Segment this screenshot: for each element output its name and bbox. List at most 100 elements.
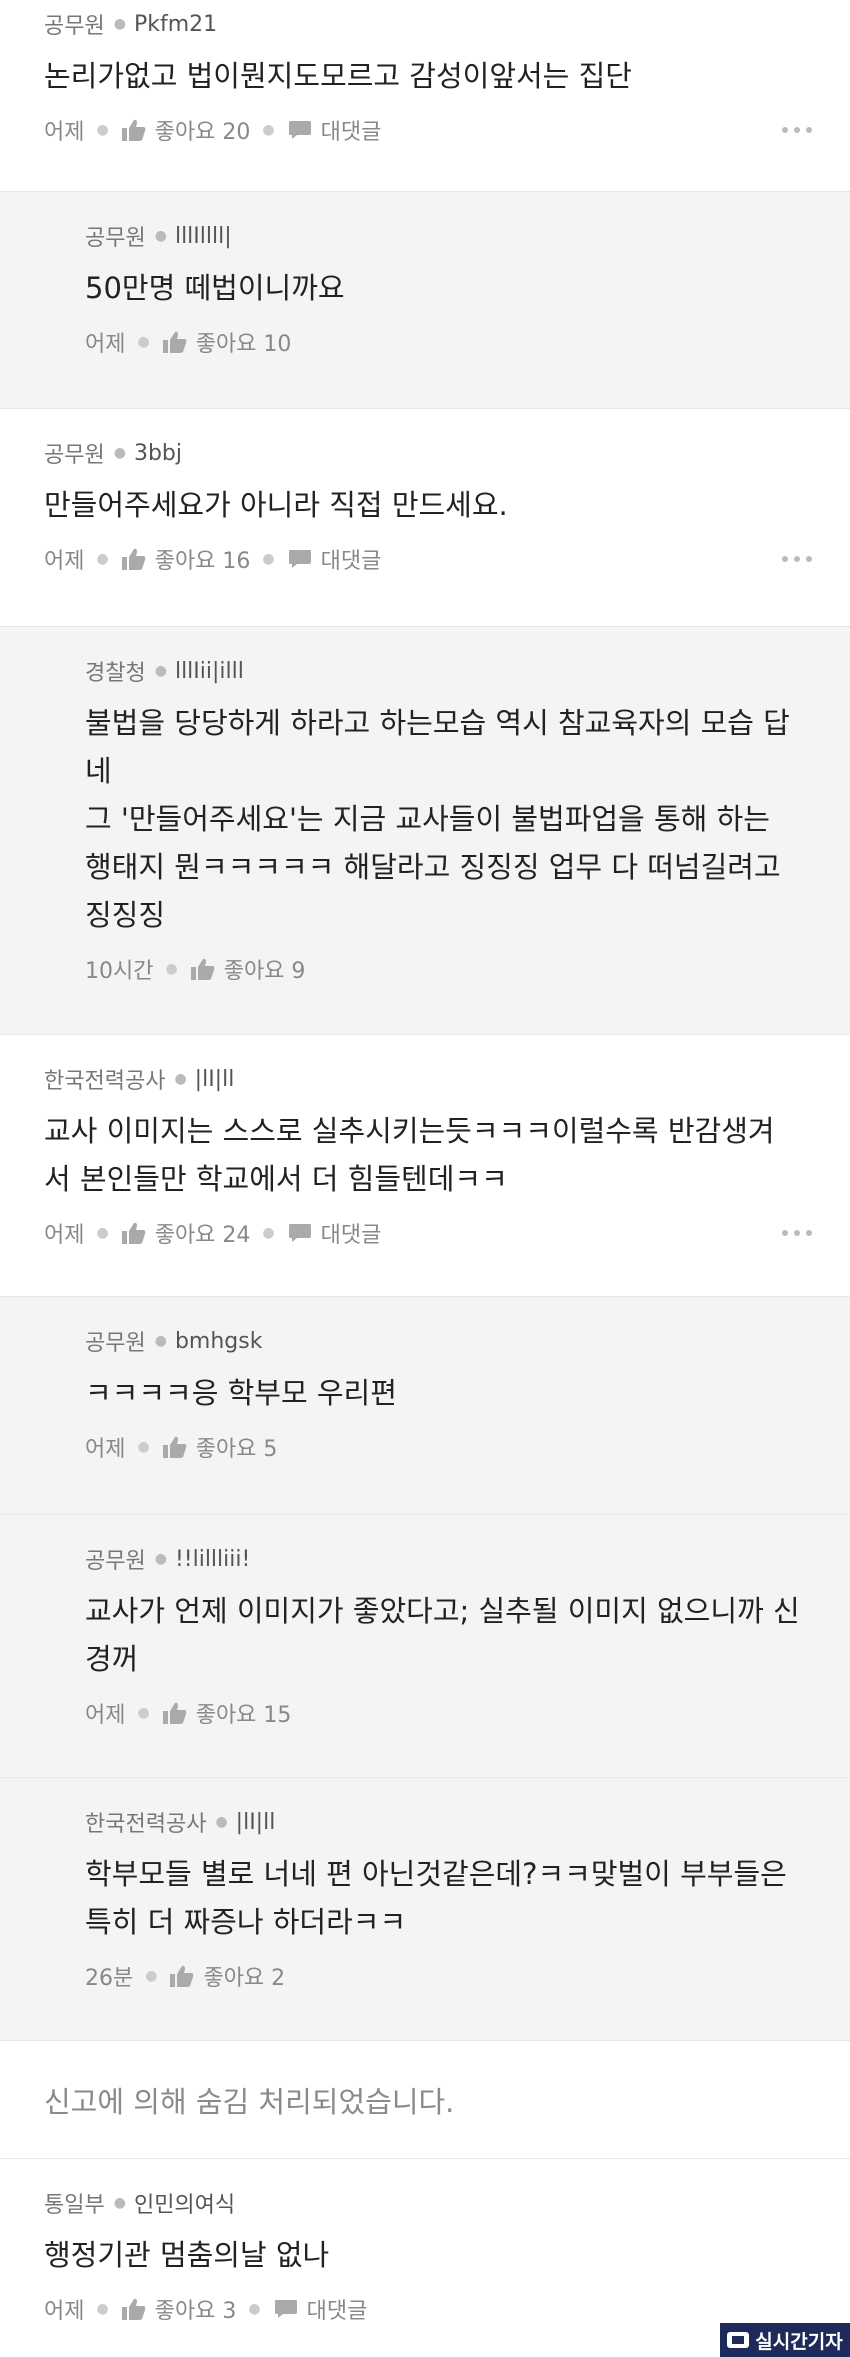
reply-label: 대댓글 <box>320 120 382 145</box>
separator-dot: ● <box>96 2301 109 2317</box>
like-count: 좋아요 3 <box>154 2299 237 2324</box>
like-count: 좋아요 10 <box>195 332 292 357</box>
thumbs-up-icon <box>121 2297 147 2321</box>
separator-dot: ● <box>154 663 167 679</box>
comment-meta: 한국전력공사 ● |lI|ll <box>44 1065 806 1095</box>
more-dots-icon[interactable] <box>782 1230 812 1236</box>
comment-actions: 26분 ● 좋아요 2 <box>85 1960 806 1992</box>
reply-button[interactable]: 대댓글 <box>287 543 382 575</box>
separator-dot: ● <box>113 2195 126 2211</box>
reply-label: 대댓글 <box>320 549 382 574</box>
like-count: 좋아요 20 <box>154 120 251 145</box>
affiliation: 경찰청 <box>85 661 146 686</box>
separator-dot: ● <box>262 1225 275 1241</box>
like-button[interactable]: 좋아요 10 <box>162 326 292 358</box>
affiliation: 공무원 <box>44 443 105 468</box>
username[interactable]: 3bbj <box>134 441 182 466</box>
comment-meta: 경찰청 ● lllIii|illl <box>85 657 806 687</box>
comment-text: 교사 이미지는 스스로 실추시키는듯ㅋㅋㅋ이럴수록 반감생겨 서 본인들만 학교… <box>44 1114 775 1196</box>
separator-dot: ● <box>113 16 126 32</box>
separator-dot: ● <box>174 1071 187 1087</box>
speech-bubble-icon <box>287 1221 313 1245</box>
reply-button[interactable]: 대댓글 <box>287 114 382 146</box>
reply-comment: 한국전력공사 ● |lI|ll 학부모들 별로 너네 편 아닌것같은데?ㅋㅋ맞벌… <box>0 1778 850 2041</box>
thumbs-up-icon <box>162 1435 188 1459</box>
like-count: 좋아요 15 <box>195 1703 292 1728</box>
like-button[interactable]: 좋아요 5 <box>162 1431 278 1463</box>
hidden-comment-notice: 신고에 의해 숨김 처리되었습니다. <box>0 2041 850 2159</box>
separator-dot: ● <box>96 551 109 567</box>
like-button[interactable]: 좋아요 16 <box>121 543 250 575</box>
comment: 공무원 ● 3bbj 만들어주세요가 아니라 직접 만드세요. 어제 ● 좋아요… <box>0 409 850 627</box>
comment-text: 논리가없고 법이뭔지도모르고 감성이앞서는 집단 <box>44 59 632 93</box>
like-button[interactable]: 좋아요 2 <box>169 1960 285 1992</box>
speech-bubble-icon <box>287 118 313 142</box>
comment-meta: 공무원 ● lllIllll| <box>85 222 806 252</box>
separator-dot: ● <box>145 1968 158 1984</box>
comment-actions: 어제 ● 좋아요 24 ● 대댓글 <box>44 1217 812 1249</box>
comment-meta: 공무원 ● bmhgsk <box>85 1327 806 1357</box>
separator-dot: ● <box>137 1439 150 1455</box>
like-button[interactable]: 좋아요 20 <box>121 114 251 146</box>
username[interactable]: 인민의여식 <box>134 2187 235 2219</box>
comment-actions: 어제 ● 좋아요 10 <box>85 326 806 358</box>
comment-text: 학부모들 별로 너네 편 아닌것같은데?ㅋㅋ맞벌이 부부들은 특히 더 짜증나 … <box>85 1857 787 1939</box>
comment: 통일부 ● 인민의여식 행정기관 멈춤의날 없나 어제 ● 좋아요 3 ● 대댓… <box>0 2159 850 2349</box>
thumbs-up-icon <box>162 330 188 354</box>
like-count: 좋아요 5 <box>195 1437 278 1462</box>
watermark-icon <box>727 2332 750 2348</box>
like-button[interactable]: 좋아요 9 <box>190 953 305 985</box>
username[interactable]: |lI|ll <box>195 1067 235 1092</box>
reply-comment: 공무원 ● !!lillliii! 교사가 언제 이미지가 좋았다고; 실추될 … <box>0 1515 850 1778</box>
affiliation: 통일부 <box>44 2193 105 2218</box>
comment-meta: 한국전력공사 ● |lI|ll <box>85 1808 806 1838</box>
watermark-text: 실시간기자 <box>755 2330 843 2353</box>
reply-button[interactable]: 대댓글 <box>273 2293 368 2325</box>
reply-comment: 경찰청 ● lllIii|illl 불법을 당당하게 하라고 하는모습 역시 참… <box>0 627 850 1035</box>
affiliation: 공무원 <box>44 14 105 39</box>
like-button[interactable]: 좋아요 3 <box>121 2293 237 2325</box>
separator-dot: ● <box>137 1705 150 1721</box>
comment-time: 26분 <box>85 1966 134 1991</box>
username[interactable]: bmhgsk <box>175 1329 263 1354</box>
reply-comment: 공무원 ● bmhgsk ㅋㅋㅋㅋ응 학부모 우리편 어제 ● 좋아요 5 <box>0 1297 850 1515</box>
comment-actions: 어제 ● 좋아요 15 <box>85 1697 806 1729</box>
comment-text: 행정기관 멈춤의날 없나 <box>44 2238 330 2272</box>
separator-dot: ● <box>165 961 178 977</box>
thumbs-up-icon <box>121 118 147 142</box>
comment-time: 어제 <box>44 549 85 574</box>
reply-button[interactable]: 대댓글 <box>287 1217 381 1249</box>
comment-text: 만들어주세요가 아니라 직접 만드세요. <box>44 488 508 522</box>
comment-time: 어제 <box>85 332 126 357</box>
comment-meta: 공무원 ● 3bbj <box>44 439 806 469</box>
comment-actions: 어제 ● 좋아요 5 <box>85 1431 806 1463</box>
comment-time: 어제 <box>44 120 85 145</box>
comment-time: 어제 <box>85 1703 126 1728</box>
more-dots-icon[interactable] <box>782 127 812 133</box>
comment-time: 어제 <box>44 1223 85 1248</box>
affiliation: 한국전력공사 <box>85 1812 207 1837</box>
username[interactable]: lllIllll| <box>175 224 232 249</box>
reply-label: 대댓글 <box>306 2299 368 2324</box>
separator-dot: ● <box>154 1551 167 1567</box>
like-button[interactable]: 좋아요 24 <box>121 1217 250 1249</box>
separator-dot: ● <box>262 122 275 138</box>
username[interactable]: lllIii|illl <box>175 659 244 684</box>
comment-time: 어제 <box>44 2299 85 2324</box>
separator-dot: ● <box>154 228 167 244</box>
thumbs-up-icon <box>190 957 216 981</box>
username[interactable]: Pkfm21 <box>134 12 217 37</box>
more-dots-icon[interactable] <box>782 556 812 562</box>
username[interactable]: !!lillliii! <box>175 1547 250 1572</box>
comment-feed: 공무원 ● Pkfm21 논리가없고 법이뭔지도모르고 감성이앞서는 집단 어제… <box>0 0 850 2349</box>
separator-dot: ● <box>248 2301 261 2317</box>
thumbs-up-icon <box>121 1221 147 1245</box>
separator-dot: ● <box>154 1333 167 1349</box>
thumbs-up-icon <box>121 547 147 571</box>
thumbs-up-icon <box>162 1701 188 1725</box>
comment: 한국전력공사 ● |lI|ll 교사 이미지는 스스로 실추시키는듯ㅋㅋㅋ이럴수… <box>0 1035 850 1297</box>
comment-actions: 어제 ● 좋아요 20 ● 대댓글 <box>44 114 812 146</box>
like-button[interactable]: 좋아요 15 <box>162 1697 292 1729</box>
username[interactable]: |lI|ll <box>236 1810 276 1835</box>
comment-time: 어제 <box>85 1437 126 1462</box>
